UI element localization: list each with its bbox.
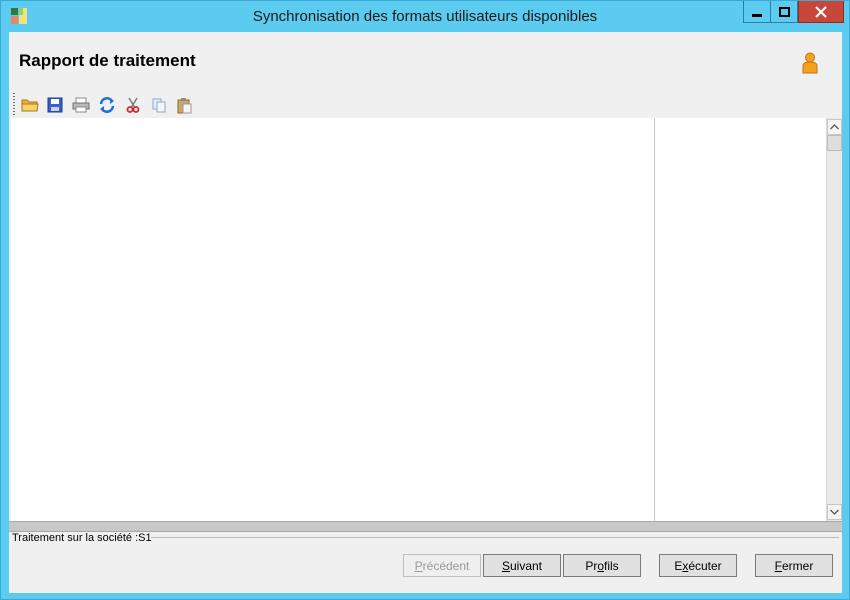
cut-icon: [126, 97, 140, 113]
page-title: Rapport de traitement: [19, 51, 196, 70]
paste-icon: [177, 97, 192, 113]
divider: [151, 537, 839, 538]
toolbar: [9, 90, 842, 118]
close-window-button[interactable]: [798, 1, 844, 23]
save-icon: [47, 97, 63, 113]
minimize-icon: [752, 13, 762, 17]
minimize-button[interactable]: [743, 1, 771, 23]
profiles-button[interactable]: Pr o fils: [563, 554, 641, 577]
user-icon[interactable]: [801, 52, 819, 74]
close-icon: [815, 5, 827, 18]
open-folder-button[interactable]: [19, 94, 41, 116]
app-window: Synchronisation des formats utilisateurs…: [0, 0, 850, 600]
copy-icon: [152, 98, 166, 113]
next-label-post: uivant: [509, 558, 543, 573]
chevron-down-icon: [830, 509, 839, 515]
close-label-post: ermer: [782, 558, 814, 573]
previous-button[interactable]: Précédent: [403, 554, 481, 577]
title-bar[interactable]: Synchronisation des formats utilisateurs…: [1, 1, 849, 32]
refresh-icon: [99, 97, 115, 113]
copy-button[interactable]: [148, 94, 170, 116]
window-title: Synchronisation des formats utilisateurs…: [252, 8, 598, 25]
refresh-button[interactable]: [96, 94, 118, 116]
profiles-label-key: o: [597, 558, 604, 573]
execute-label-post: écuter: [688, 558, 722, 573]
previous-label-post: récédent: [422, 558, 470, 573]
open-folder-icon: [21, 99, 39, 112]
print-button[interactable]: [70, 94, 92, 116]
report-side-pane[interactable]: [655, 118, 826, 521]
status-text: Traitement sur la société :S1: [12, 532, 152, 544]
execute-button[interactable]: Ex écuter: [659, 554, 737, 577]
profiles-label-pre: Pr: [585, 558, 598, 573]
close-button[interactable]: Fermer: [755, 554, 833, 577]
paste-button[interactable]: [174, 94, 196, 116]
maximize-icon: [778, 6, 790, 17]
scroll-down-button[interactable]: [827, 504, 842, 520]
horizontal-splitter[interactable]: [9, 521, 842, 532]
close-label-key: F: [774, 558, 782, 573]
dialog-body: Rapport de traitement Traitement sur la …: [9, 32, 842, 593]
execute-label-pre: E: [674, 558, 683, 573]
cut-button[interactable]: [122, 94, 144, 116]
toolbar-grip[interactable]: [13, 93, 15, 117]
chevron-up-icon: [830, 124, 839, 130]
report-area: [11, 118, 842, 521]
next-button[interactable]: Suivant: [483, 554, 561, 577]
previous-label-key: P: [414, 558, 423, 573]
next-label-key: S: [501, 558, 510, 573]
report-main-pane[interactable]: [11, 118, 655, 521]
maximize-button[interactable]: [770, 1, 798, 23]
save-button[interactable]: [44, 94, 66, 116]
print-icon: [72, 97, 90, 113]
scrollbar-thumb[interactable]: [827, 135, 842, 151]
vertical-scrollbar[interactable]: [826, 118, 842, 521]
scroll-up-button[interactable]: [827, 119, 842, 135]
profiles-label-post: fils: [604, 558, 619, 573]
